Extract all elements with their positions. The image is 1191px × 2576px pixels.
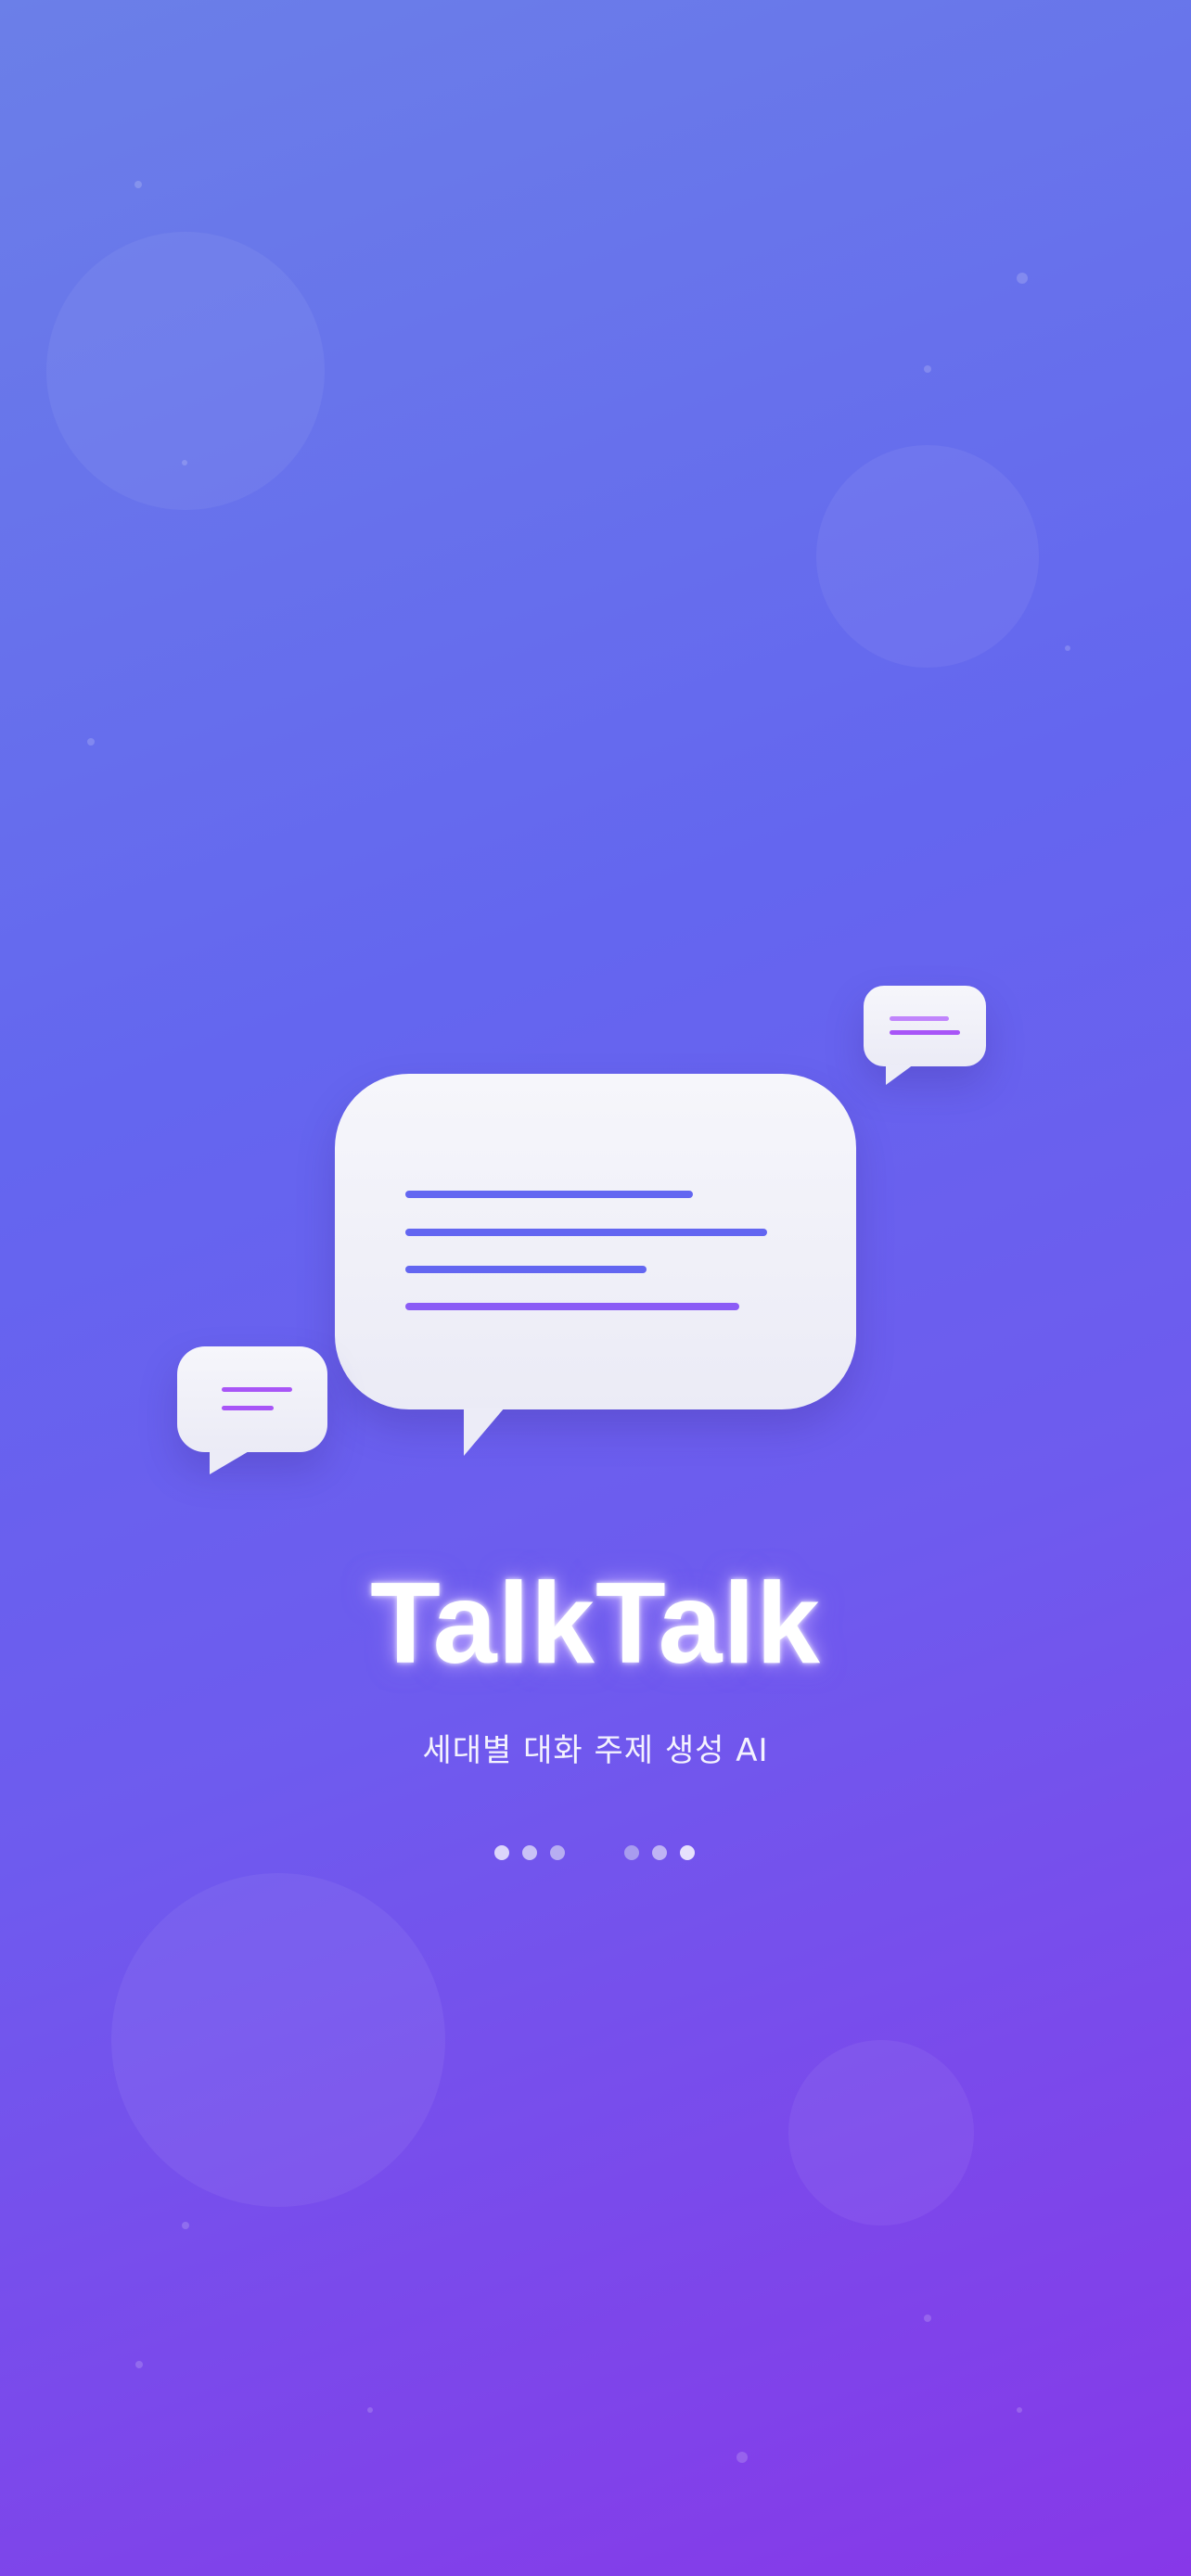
app-title: TalkTalk <box>370 1560 821 1688</box>
decor-speck <box>134 181 142 188</box>
app-tagline: 세대별 대화 주제 생성 AI <box>422 1732 769 1769</box>
loading-dot <box>680 1845 695 1860</box>
decor-speck <box>1017 2407 1022 2413</box>
decor-speck <box>367 2407 373 2413</box>
loading-indicator <box>0 1845 1191 1864</box>
loading-dot <box>624 1845 639 1860</box>
decor-speck <box>1017 273 1028 284</box>
loading-dot <box>494 1845 509 1860</box>
decor-circle <box>111 1873 445 2207</box>
loading-dot <box>550 1845 565 1860</box>
decor-speck <box>182 2222 189 2229</box>
small-bubble-left-tail <box>210 1450 250 1474</box>
bubble-text-line <box>405 1266 647 1273</box>
bubble-text-line <box>405 1229 767 1236</box>
small-chat-bubble-right <box>864 986 986 1066</box>
bubble-text-line <box>222 1387 292 1392</box>
decor-speck <box>924 2315 931 2322</box>
bubble-text-line <box>222 1406 274 1410</box>
decor-circle <box>788 2040 974 2225</box>
decor-speck <box>135 2361 143 2368</box>
main-chat-bubble <box>335 1074 856 1409</box>
decor-speck <box>1065 645 1070 651</box>
decor-speck <box>736 2452 748 2463</box>
decor-speck <box>924 365 931 373</box>
decor-speck <box>87 738 95 746</box>
decor-circle <box>816 445 1039 668</box>
small-bubble-right-tail <box>886 1065 914 1085</box>
decor-circle <box>46 232 325 510</box>
bubble-text-line <box>405 1303 739 1310</box>
bubble-text-line <box>890 1016 949 1021</box>
bubble-text-line <box>890 1030 960 1035</box>
bubble-text-line <box>405 1191 693 1198</box>
loading-dot <box>652 1845 667 1860</box>
decor-speck <box>182 460 187 465</box>
loading-dot <box>522 1845 537 1860</box>
main-bubble-tail <box>464 1408 505 1456</box>
small-chat-bubble-left <box>177 1346 327 1452</box>
